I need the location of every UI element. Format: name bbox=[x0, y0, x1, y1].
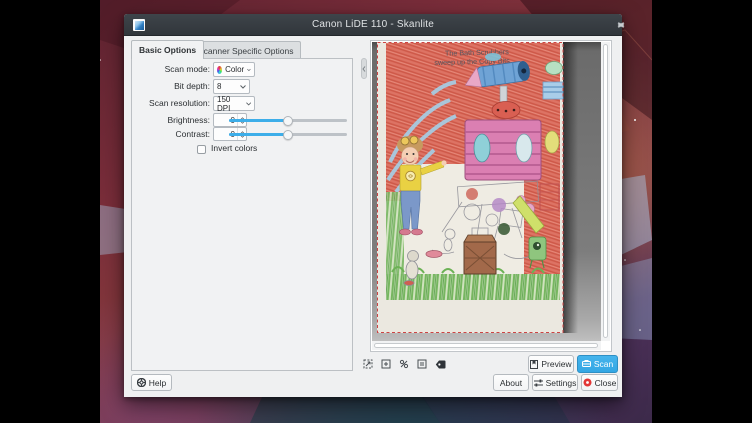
chevron-down-icon bbox=[247, 68, 251, 72]
invert-colors-label: Invert colors bbox=[211, 143, 257, 153]
close-window-button[interactable] bbox=[615, 19, 627, 31]
help-button-label: Help bbox=[149, 378, 166, 388]
slider-handle[interactable] bbox=[283, 116, 293, 126]
scan-mode-value: Color bbox=[225, 65, 244, 74]
close-red-icon bbox=[583, 378, 592, 387]
preview-button-label: Preview bbox=[541, 359, 571, 369]
preview-button[interactable]: Preview bbox=[528, 355, 574, 373]
tag-icon[interactable] bbox=[434, 358, 446, 370]
tab-basic-options[interactable]: Basic Options bbox=[131, 40, 204, 59]
document-preview-icon bbox=[530, 360, 538, 369]
bit-depth-combobox[interactable]: 8 bbox=[213, 79, 250, 94]
color-wheel-icon bbox=[217, 66, 222, 74]
settings-button[interactable]: Settings bbox=[532, 374, 578, 391]
tab-basic-options-label: Basic Options bbox=[139, 45, 196, 55]
scan-resolution-value: 150 DPI bbox=[217, 95, 243, 113]
contrast-slider[interactable] bbox=[229, 127, 347, 141]
splitter-handle[interactable] bbox=[361, 58, 367, 79]
brown-crate bbox=[464, 235, 496, 274]
zoom-in-icon[interactable] bbox=[380, 358, 392, 370]
collapse-left-icon bbox=[362, 66, 366, 72]
scanner-icon bbox=[582, 360, 591, 368]
preview-vertical-scrollbar[interactable] bbox=[601, 42, 610, 341]
preview-horizontal-scrollbar[interactable] bbox=[372, 341, 601, 350]
scan-button-label: Scan bbox=[594, 359, 613, 369]
zoom-out-icon[interactable] bbox=[398, 358, 410, 370]
window-title: Canon LiDE 110 - Skanlite bbox=[124, 19, 622, 30]
invert-colors-checkbox[interactable] bbox=[197, 145, 206, 154]
bit-depth-label: Bit depth: bbox=[134, 79, 210, 94]
configure-sliders-icon bbox=[534, 379, 543, 387]
preview-frame: The Bath Scrubbers sweep up the Copy Bit… bbox=[370, 40, 612, 352]
help-button[interactable]: Help bbox=[131, 374, 172, 391]
chevron-down-icon bbox=[246, 102, 251, 106]
preview-canvas[interactable]: The Bath Scrubbers sweep up the Copy Bit… bbox=[372, 42, 601, 341]
tab-scanner-specific-options-label: Scanner Specific Options bbox=[198, 46, 293, 56]
scanned-drawing: The Bath Scrubbers sweep up the Copy Bit… bbox=[372, 42, 601, 341]
basic-options-pane: Scan mode: Color Bit depth: 8 Scan resol… bbox=[131, 58, 353, 371]
slider-handle[interactable] bbox=[283, 130, 293, 140]
scan-mode-combobox[interactable]: Color bbox=[213, 62, 255, 77]
brightness-label: Brightness: bbox=[134, 113, 210, 127]
zoom-selection-icon[interactable] bbox=[416, 358, 428, 370]
bit-depth-value: 8 bbox=[217, 82, 221, 91]
zoom-fit-icon[interactable] bbox=[362, 358, 374, 370]
tab-scanner-specific-options[interactable]: Scanner Specific Options bbox=[190, 41, 301, 59]
close-button[interactable]: Close bbox=[581, 374, 618, 391]
chevron-down-icon bbox=[240, 85, 246, 89]
brightness-slider[interactable] bbox=[229, 113, 347, 127]
titlebar[interactable]: Canon LiDE 110 - Skanlite bbox=[124, 14, 622, 36]
scan-button[interactable]: Scan bbox=[577, 355, 618, 373]
skanlite-window: Canon LiDE 110 - Skanlite Basic Options … bbox=[124, 14, 622, 397]
help-lifering-icon bbox=[137, 378, 146, 387]
slider-fill bbox=[229, 119, 288, 122]
about-button[interactable]: About bbox=[493, 374, 529, 391]
settings-button-label: Settings bbox=[546, 378, 577, 388]
scanned-page: The Bath Scrubbers sweep up the Copy Bit… bbox=[377, 42, 578, 333]
close-button-label: Close bbox=[595, 378, 617, 388]
scan-mode-label: Scan mode: bbox=[134, 62, 210, 77]
contrast-label: Contrast: bbox=[134, 127, 210, 141]
about-button-label: About bbox=[500, 378, 522, 388]
scan-resolution-label: Scan resolution: bbox=[134, 96, 210, 111]
slider-fill bbox=[229, 133, 288, 136]
scan-resolution-combobox[interactable]: 150 DPI bbox=[213, 96, 255, 111]
